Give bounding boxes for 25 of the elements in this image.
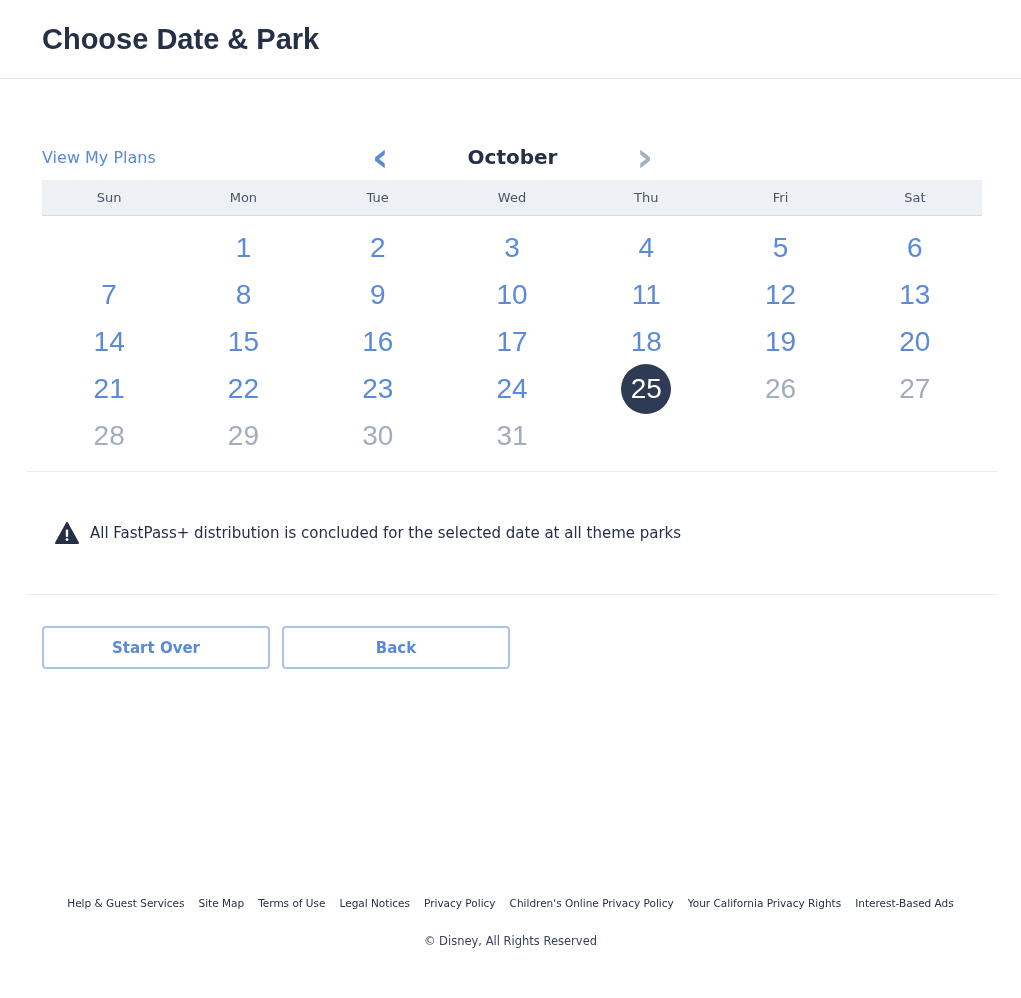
action-button[interactable]: Start Over [42,626,270,669]
footer-link[interactable]: Terms of Use [258,897,326,909]
footer-link[interactable]: Legal Notices [339,897,410,909]
weekday-label: Thu [634,190,659,205]
previous-month-button[interactable]: ‹ [368,137,393,177]
weekday-label: Wed [497,190,527,205]
warning-icon [55,522,79,544]
page-title: Choose Date & Park [42,22,320,56]
copyright-text: © Disney, All Rights Reserved [422,934,598,948]
weekday-label: Sun [96,190,122,205]
weekday-label: Fri [772,190,789,205]
view-plans-link[interactable]: View My Plans [42,147,368,167]
action-button[interactable]: Back [282,626,510,669]
weekday-label: Tue [366,190,389,205]
alert-message: All FastPass+ distribution is concluded for the selected date at all theme parks [90,524,682,542]
footer-link[interactable]: Help & Guest Services [67,897,185,909]
footer-link[interactable]: Interest-Based Ads [855,897,954,909]
weekday-label: Sat [904,190,926,205]
month-title: October [466,145,559,169]
footer-link[interactable]: Privacy Policy [424,897,496,909]
selected-day[interactable]: 25 [621,363,672,414]
footer-link[interactable]: Children's Online Privacy Policy [509,897,674,909]
footer-link[interactable]: Your California Privacy Rights [687,897,842,909]
footer-link[interactable]: Site Map [198,897,245,909]
weekday-label: Mon [229,190,258,205]
